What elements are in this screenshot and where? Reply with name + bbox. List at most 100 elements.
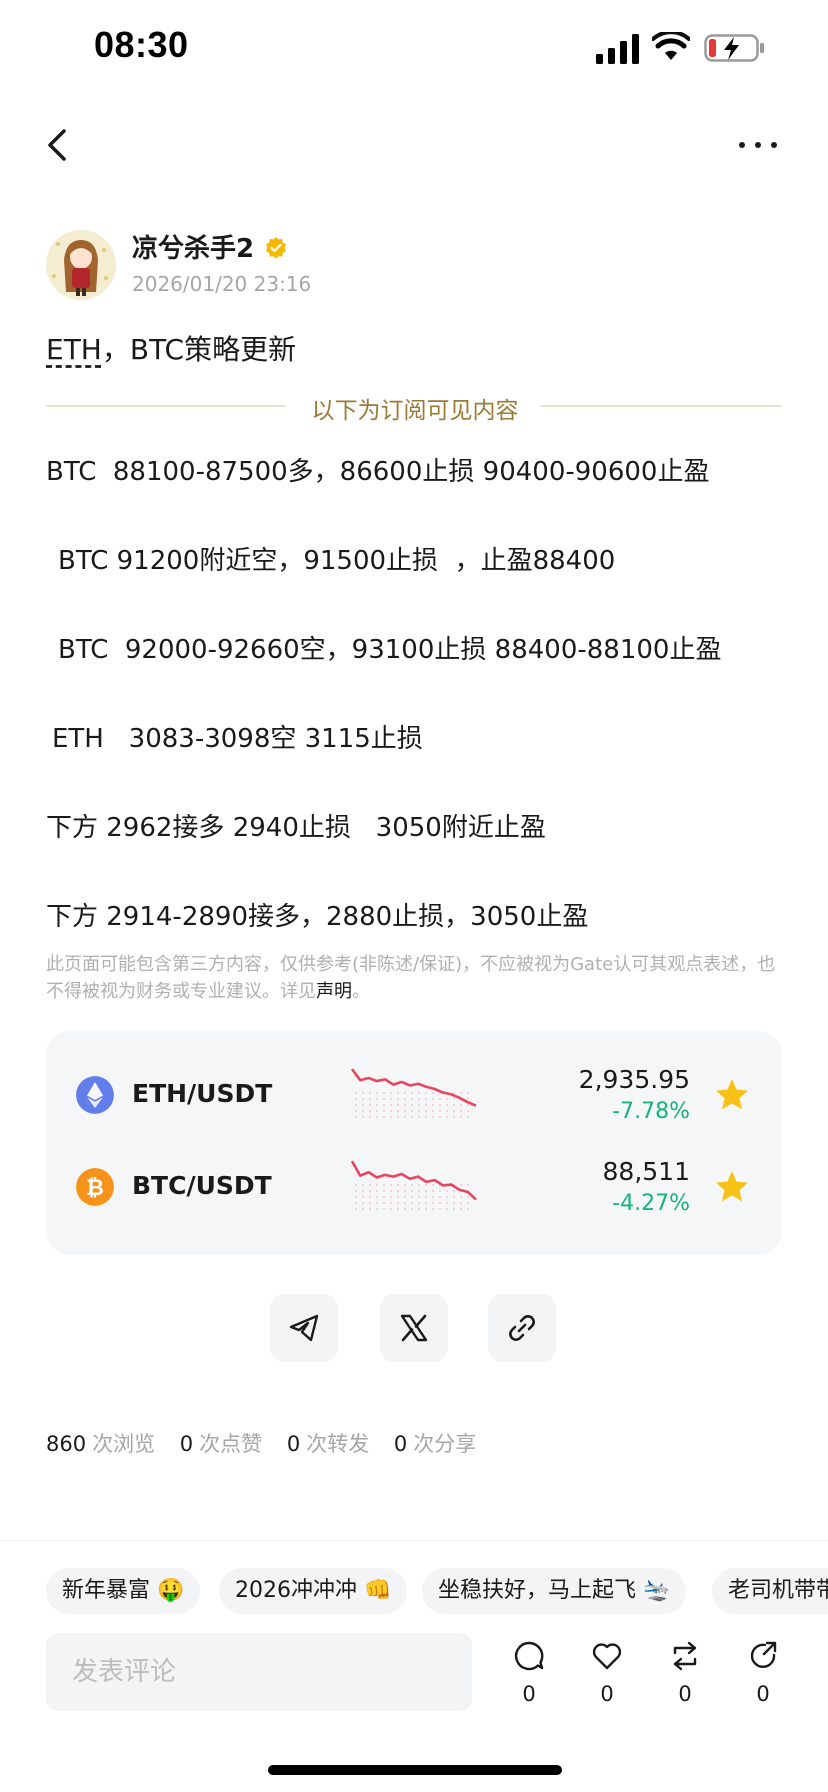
strategy-line: BTC 91200附近空，91500止损 ，止盈88400 [58, 546, 616, 576]
share-telegram-button[interactable] [270, 1294, 338, 1362]
trend-fill-dot [404, 1196, 406, 1198]
status-bar: 08:30 [0, 0, 828, 100]
trend-fill-dot [362, 1098, 364, 1100]
pair-change: -7.78% [612, 1099, 690, 1124]
eth-icon [76, 1076, 114, 1114]
disclaimer-statement-link[interactable]: 声明 [316, 981, 352, 1002]
quick-reply-chip[interactable]: 老司机带带 [712, 1568, 828, 1614]
share-action[interactable]: 0 [738, 1640, 788, 1714]
more-options-icon[interactable] [736, 132, 780, 158]
trend-fill-dot [390, 1098, 392, 1100]
svg-text:₿: ₿ [86, 1176, 104, 1201]
trend-line [350, 1160, 477, 1201]
trend-fill-dot [425, 1098, 427, 1100]
star-favorite-icon[interactable] [714, 1169, 750, 1205]
author-avatar[interactable] [46, 230, 116, 300]
share-icon [750, 1641, 777, 1668]
trend-fill-dot [397, 1098, 399, 1100]
trend-fill-dot [432, 1110, 434, 1112]
trend-fill-dot [453, 1202, 455, 1204]
trend-fill-dot [369, 1208, 371, 1210]
trend-fill-dot [376, 1104, 378, 1106]
trend-fill-dot [369, 1196, 371, 1198]
like-action[interactable]: 0 [582, 1640, 632, 1714]
trend-fill-dot [425, 1184, 427, 1186]
trend-fill-dot [369, 1184, 371, 1186]
trend-fill-dot [383, 1104, 385, 1106]
trend-fill-dot [355, 1110, 357, 1112]
share-x-button[interactable] [380, 1294, 448, 1362]
post-timestamp: 2026/01/20 23:16 [132, 272, 312, 296]
trend-fill-dot [376, 1190, 378, 1192]
trend-fill-dot [418, 1104, 420, 1106]
trend-fill-dot [362, 1110, 364, 1112]
comment-icon [514, 1641, 544, 1671]
trend-fill-dot [425, 1104, 427, 1106]
repost-count: 0 [678, 1682, 692, 1706]
trend-fill-dot [467, 1104, 469, 1106]
trend-fill-dot [446, 1196, 448, 1198]
trend-fill-dot [432, 1098, 434, 1100]
trend-fill-dot [383, 1208, 385, 1210]
trend-fill-dot [467, 1092, 469, 1094]
post-title: ETH，BTC策略更新 [46, 328, 296, 368]
repost-action[interactable]: 0 [660, 1640, 710, 1714]
star-favorite-icon[interactable] [714, 1077, 750, 1113]
trend-fill-dot [418, 1098, 420, 1100]
trend-fill-dot [362, 1116, 364, 1118]
repost-icon [673, 1641, 697, 1671]
copy-link-button[interactable] [488, 1294, 556, 1362]
back-arrow-icon[interactable] [42, 125, 74, 165]
trend-fill-dot [362, 1104, 364, 1106]
trend-fill-dot [467, 1208, 469, 1210]
market-row-btc[interactable]: ₿ BTC/USDT 88,511 -4.27% [46, 1147, 782, 1227]
trend-fill-dot [397, 1190, 399, 1192]
trend-fill-dot [362, 1196, 364, 1198]
views-label: 次浏览 [92, 1432, 156, 1456]
trend-fill-dot [453, 1098, 455, 1100]
trend-fill-dot [390, 1110, 392, 1112]
trend-fill-dot [404, 1184, 406, 1186]
trend-fill-dot [439, 1098, 441, 1100]
trend-fill-dot [369, 1104, 371, 1106]
trend-fill-dot [369, 1092, 371, 1094]
trend-fill-dot [411, 1184, 413, 1186]
trend-fill-dot [383, 1110, 385, 1112]
disclaimer-end: 。 [352, 981, 370, 1002]
pair-name: ETH/USDT [132, 1079, 273, 1108]
market-row-eth[interactable]: ETH/USDT 2,935.95 -7.78% [46, 1055, 782, 1135]
comment-action[interactable]: 0 [504, 1640, 554, 1714]
author-name[interactable]: 凉兮杀手2 [132, 228, 254, 265]
trend-fill-dot [355, 1098, 357, 1100]
trend-fill-dot [355, 1116, 357, 1118]
trend-fill-dot [453, 1092, 455, 1094]
trend-fill-dot [418, 1202, 420, 1204]
trend-fill-dot [432, 1208, 434, 1210]
subscriber-content-label: 以下为订阅可见内容 [311, 398, 519, 424]
trend-fill-dot [355, 1104, 357, 1106]
pair-price: 2,935.95 [578, 1065, 690, 1094]
comment-input[interactable] [46, 1633, 472, 1711]
reposts-label: 次转发 [306, 1432, 370, 1456]
quick-reply-chip[interactable]: 新年暴富 🤑 [46, 1568, 201, 1614]
quick-reply-chip[interactable]: 2026冲冲冲 👊 [219, 1568, 408, 1614]
trend-fill-dot [390, 1104, 392, 1106]
trend-fill-dot [404, 1208, 406, 1210]
avatar-illustration [46, 230, 116, 300]
trend-fill-dot [467, 1110, 469, 1112]
quick-reply-chip[interactable]: 坐稳扶好，马上起飞 🛬 [422, 1568, 687, 1614]
telegram-icon [289, 1314, 319, 1342]
trend-fill-dot [432, 1104, 434, 1106]
trend-fill-dot [404, 1110, 406, 1112]
trend-fill-dot [453, 1116, 455, 1118]
trend-fill-dot [425, 1190, 427, 1192]
trend-fill-dot [418, 1196, 420, 1198]
trend-fill-dot [453, 1208, 455, 1210]
trend-fill-dot [418, 1110, 420, 1112]
trend-fill-dot [369, 1190, 371, 1192]
trend-fill-dot [397, 1104, 399, 1106]
coin-tag-link[interactable]: ETH [46, 333, 102, 366]
trend-fill-dot [453, 1110, 455, 1112]
trend-fill-dot [467, 1184, 469, 1186]
trend-fill-dot [411, 1098, 413, 1100]
